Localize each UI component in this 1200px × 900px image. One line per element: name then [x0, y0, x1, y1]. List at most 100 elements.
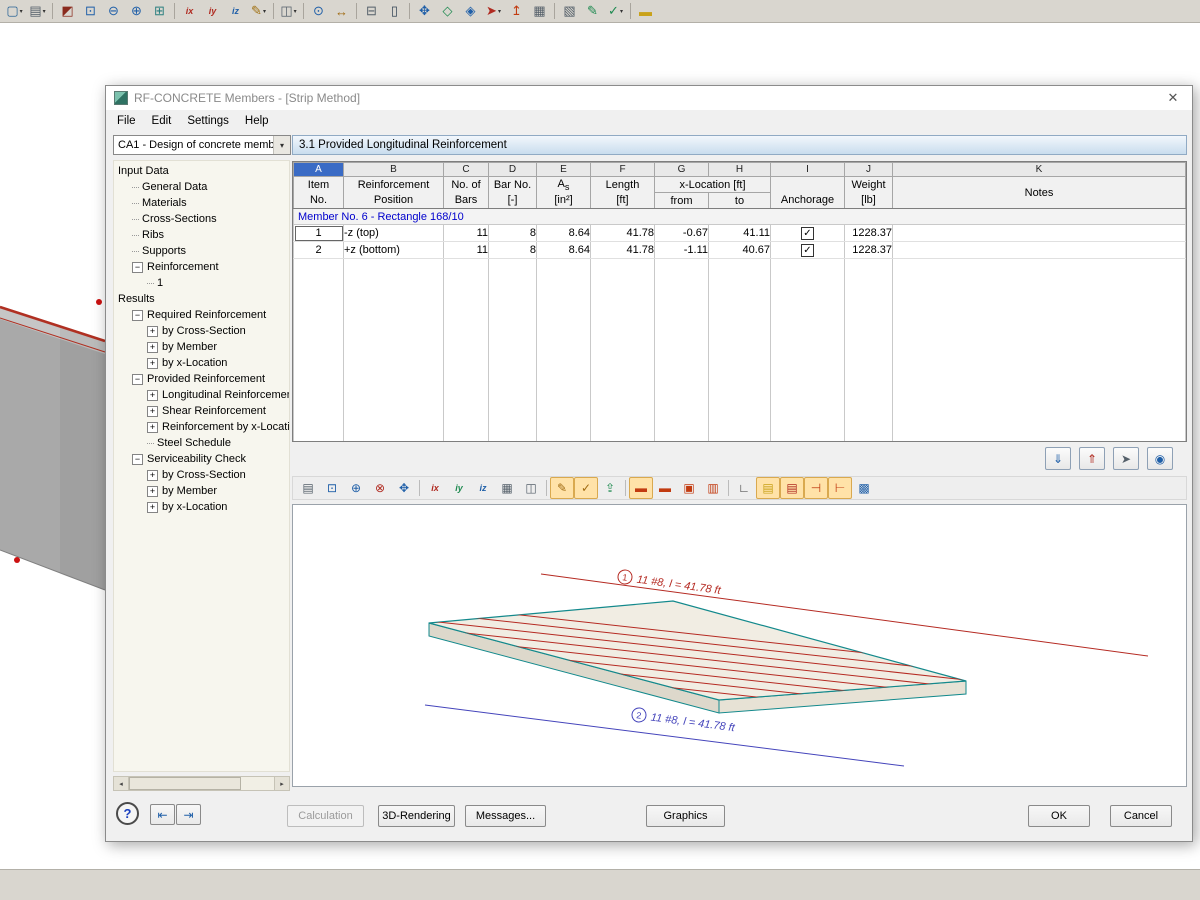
reinforcement-3d-view[interactable]: 1 11 #8, l = 41.78 ft 2 11 #8, l = 41.78… [292, 504, 1187, 787]
print-icon[interactable]: ▤▾ [26, 2, 49, 21]
column-letter-i[interactable]: I [771, 163, 845, 177]
tree-item-required-reinforcement[interactable]: −Required Reinforcement [114, 307, 289, 323]
help-button[interactable]: ? [116, 802, 139, 825]
cancel-button[interactable]: Cancel [1110, 805, 1172, 827]
tree-item-by-cross-section[interactable]: +by Cross-Section [114, 323, 289, 339]
grid-icon[interactable]: ▦ [528, 2, 551, 21]
cell-bar-no[interactable]: 8 [489, 225, 537, 242]
column-letter-h[interactable]: H [709, 163, 771, 177]
expand-icon[interactable]: + [147, 342, 158, 353]
tree-item-longitudinal-reinforcement[interactable]: +Longitudinal Reinforcement [114, 387, 289, 403]
view-top-icon[interactable]: ▬ [629, 477, 653, 499]
results-z-icon[interactable]: iz [224, 2, 247, 21]
column-letter-k[interactable]: K [893, 163, 1186, 177]
tree-item-provided-reinforcement[interactable]: −Provided Reinforcement [114, 371, 289, 387]
cell-as[interactable]: 8.64 [537, 225, 591, 242]
column-letter-f[interactable]: F [591, 163, 655, 177]
anchorage-checkbox[interactable]: ✓ [801, 227, 814, 240]
menu-file[interactable]: File [109, 112, 144, 130]
cell-item-no[interactable]: 2 [294, 242, 344, 259]
column-letter-a[interactable]: A [294, 163, 344, 177]
layer-yellow-icon[interactable]: ▤ [756, 477, 780, 499]
tree-item-serviceability-check[interactable]: −Serviceability Check [114, 451, 289, 467]
load-up-icon[interactable]: ↥ [505, 2, 528, 21]
bar-end-right-icon[interactable]: ⊢ [828, 477, 852, 499]
axes-icon[interactable]: ∟ [732, 477, 756, 499]
member-group-label[interactable]: Member No. 6 - Rectangle 168/10 [294, 209, 1186, 225]
column-letter-j[interactable]: J [845, 163, 893, 177]
tree-item-materials[interactable]: Materials [114, 195, 289, 211]
pan-icon[interactable]: ✥ [392, 477, 416, 499]
section-icon[interactable]: ⊟ [360, 2, 383, 21]
menu-settings[interactable]: Settings [179, 112, 237, 130]
expand-icon[interactable]: + [147, 470, 158, 481]
tree-item-cross-sections[interactable]: Cross-Sections [114, 211, 289, 227]
previous-table-button[interactable]: ⇤ [150, 804, 175, 825]
export-graphic-icon[interactable]: ⇪ [598, 477, 622, 499]
layer-red-icon[interactable]: ▤ [780, 477, 804, 499]
member-group-row[interactable]: Member No. 6 - Rectangle 168/10 [294, 209, 1186, 225]
tree-item-by-member[interactable]: +by Member [114, 339, 289, 355]
messages-button[interactable]: Messages... [465, 805, 546, 827]
annotate-icon[interactable]: ✎ [581, 2, 604, 21]
cell-bar-no[interactable]: 8 [489, 242, 537, 259]
tree-item-by-x-location[interactable]: +by x-Location [114, 499, 289, 515]
zoom-window-icon[interactable]: ⊡ [79, 2, 102, 21]
tree-item-shear-reinforcement[interactable]: +Shear Reinforcement [114, 403, 289, 419]
tree-item-reinforcement-by-x-location[interactable]: +Reinforcement by x-Location [114, 419, 289, 435]
dimension-icon[interactable]: ↔ [330, 2, 353, 21]
column-letter-c[interactable]: C [444, 163, 489, 177]
expand-icon[interactable]: + [147, 486, 158, 497]
render-mode-icon[interactable]: ◇ [436, 2, 459, 21]
document-icon[interactable]: ▧ [558, 2, 581, 21]
result-values-x-icon[interactable]: ix [423, 477, 447, 499]
tree-item-ribs[interactable]: Ribs [114, 227, 289, 243]
color-panel-icon[interactable]: ◫▾ [277, 2, 300, 21]
expand-icon[interactable]: + [147, 358, 158, 369]
collapse-icon[interactable]: − [132, 310, 143, 321]
design-case-selector[interactable]: CA1 - Design of concrete memb [113, 135, 291, 155]
expand-icon[interactable]: + [147, 422, 158, 433]
save-reinforcement-button[interactable]: ⇑ [1079, 447, 1105, 470]
background-image-icon[interactable]: ▩ [852, 477, 876, 499]
cell-from[interactable]: -0.67 [655, 225, 709, 242]
new-window-icon[interactable]: ▢▾ [3, 2, 26, 21]
cell-notes[interactable] [893, 225, 1186, 242]
tree-item-general-data[interactable]: General Data [114, 179, 289, 195]
cell-to[interactable]: 41.11 [709, 225, 771, 242]
dialog-titlebar[interactable]: RF-CONCRETE Members - [Strip Method] ✕ [106, 86, 1192, 110]
cell-length[interactable]: 41.78 [591, 225, 655, 242]
zoom-in-icon[interactable]: ⊕ [125, 2, 148, 21]
apply-selection-button[interactable]: ➤ [1113, 447, 1139, 470]
results-y-icon[interactable]: iy [201, 2, 224, 21]
column-letter-e[interactable]: E [537, 163, 591, 177]
view-front-icon[interactable]: ▬ [653, 477, 677, 499]
tree-horizontal-scrollbar[interactable]: ◂ ▸ [113, 776, 290, 791]
cell-weight[interactable]: 1228.37 [845, 225, 893, 242]
expand-icon[interactable]: + [147, 502, 158, 513]
tree-item-by-x-location[interactable]: +by x-Location [114, 355, 289, 371]
move-icon[interactable]: ✥ [413, 2, 436, 21]
tree-item-steel-schedule[interactable]: Steel Schedule [114, 435, 289, 451]
cell-bars[interactable]: 11 [444, 242, 489, 259]
view-side-icon[interactable]: ▣ [677, 477, 701, 499]
cell-bars[interactable]: 11 [444, 225, 489, 242]
menu-edit[interactable]: Edit [144, 112, 180, 130]
protractor-icon[interactable]: ⊙ [307, 2, 330, 21]
next-table-button[interactable]: ⇥ [176, 804, 201, 825]
column-letter-b[interactable]: B [344, 163, 444, 177]
cell-position[interactable]: -z (top) [344, 225, 444, 242]
column-letter-g[interactable]: G [655, 163, 709, 177]
edit-reinforcement-icon[interactable]: ✎ [550, 477, 574, 499]
collapse-icon[interactable]: − [132, 454, 143, 465]
measure-icon[interactable]: ▬ [634, 2, 657, 21]
tree-item-input-data[interactable]: Input Data [114, 163, 289, 179]
cell-from[interactable]: -1.11 [655, 242, 709, 259]
scroll-right-icon[interactable]: ▸ [274, 777, 289, 790]
bar-end-left-icon[interactable]: ⊣ [804, 477, 828, 499]
show-reinforcement-button[interactable]: ◉ [1147, 447, 1173, 470]
cell-as[interactable]: 8.64 [537, 242, 591, 259]
3d-rendering-button[interactable]: 3D-Rendering [378, 805, 455, 827]
expand-icon[interactable]: + [147, 390, 158, 401]
zoom-in-icon[interactable]: ⊕ [344, 477, 368, 499]
